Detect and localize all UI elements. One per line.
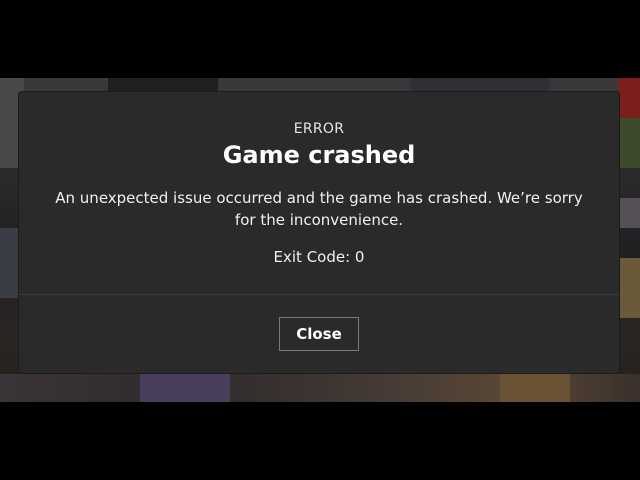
background-block (0, 228, 20, 298)
background-block (618, 78, 640, 118)
error-message: An unexpected issue occurred and the gam… (55, 189, 583, 229)
dialog-body: ERROR Game crashed An unexpected issue o… (19, 92, 619, 294)
dialog-divider (19, 294, 619, 295)
exit-code: Exit Code: 0 (273, 248, 365, 266)
screen: ERROR Game crashed An unexpected issue o… (0, 0, 640, 480)
background-block (410, 78, 550, 92)
error-label: ERROR (293, 121, 345, 137)
close-button[interactable]: Close (279, 317, 359, 351)
crash-dialog: ERROR Game crashed An unexpected issue o… (19, 92, 619, 373)
background-block (620, 118, 640, 168)
background-block (618, 258, 640, 318)
background-block (500, 374, 570, 402)
background-block (620, 198, 640, 228)
dialog-title: Game crashed (222, 141, 416, 169)
background-block (140, 374, 230, 402)
